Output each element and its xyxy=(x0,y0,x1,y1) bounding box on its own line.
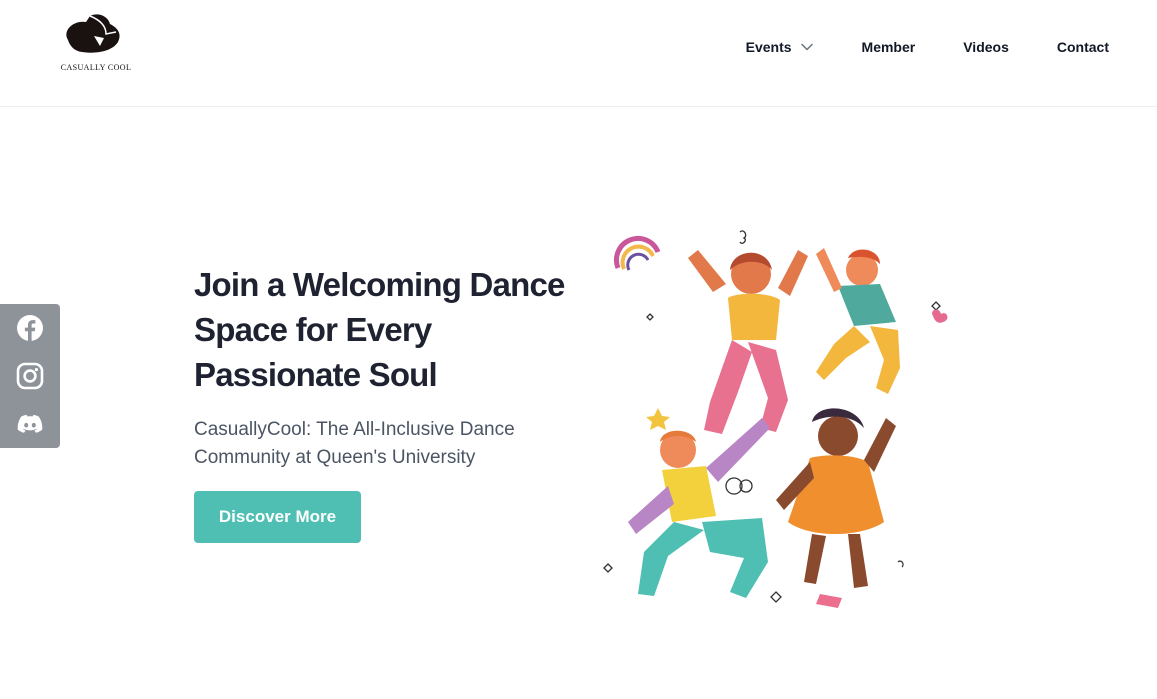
social-sidebar xyxy=(0,304,60,448)
nav-item-contact[interactable]: Contact xyxy=(1057,37,1109,57)
nav-item-videos[interactable]: Videos xyxy=(963,37,1009,57)
dancers-illustration xyxy=(603,230,948,608)
hat-logo-icon xyxy=(66,14,120,53)
nav-item-member[interactable]: Member xyxy=(862,37,916,57)
site-header: CASUALLY COOL Events Member Videos Conta… xyxy=(0,0,1157,107)
discord-link[interactable] xyxy=(16,410,44,438)
hero-subtitle: CasuallyCool: The All-Inclusive Dance Co… xyxy=(194,419,515,468)
nav-item-label: Member xyxy=(861,39,916,55)
dancer-yellow-pants xyxy=(816,248,900,394)
nav-item-label: Videos xyxy=(963,39,1009,55)
instagram-link[interactable] xyxy=(16,362,44,390)
nav-item-events[interactable]: Events xyxy=(746,37,814,57)
facebook-icon xyxy=(17,315,43,341)
dancer-teal-pants xyxy=(628,418,770,598)
instagram-icon xyxy=(16,362,44,390)
star-icon xyxy=(646,408,670,430)
discover-more-button[interactable]: Discover More xyxy=(194,491,361,543)
dancer-orange-dress xyxy=(776,408,896,608)
hero-title: Join a Welcoming Dance Space for Every P… xyxy=(194,266,565,393)
butterfly-icon xyxy=(932,309,948,323)
main-nav: Events Member Videos Contact xyxy=(746,37,1109,57)
dancer-pink-pants xyxy=(688,250,808,434)
rainbow-icon xyxy=(613,235,661,271)
facebook-link[interactable] xyxy=(16,314,44,342)
chevron-down-icon xyxy=(800,43,813,51)
discord-icon xyxy=(17,414,43,433)
brand-logo[interactable]: CASUALLY COOL xyxy=(56,12,136,76)
brand-wordmark: CASUALLY COOL xyxy=(60,63,132,72)
nav-item-label: Events xyxy=(745,39,792,55)
nav-item-label: Contact xyxy=(1056,39,1109,55)
